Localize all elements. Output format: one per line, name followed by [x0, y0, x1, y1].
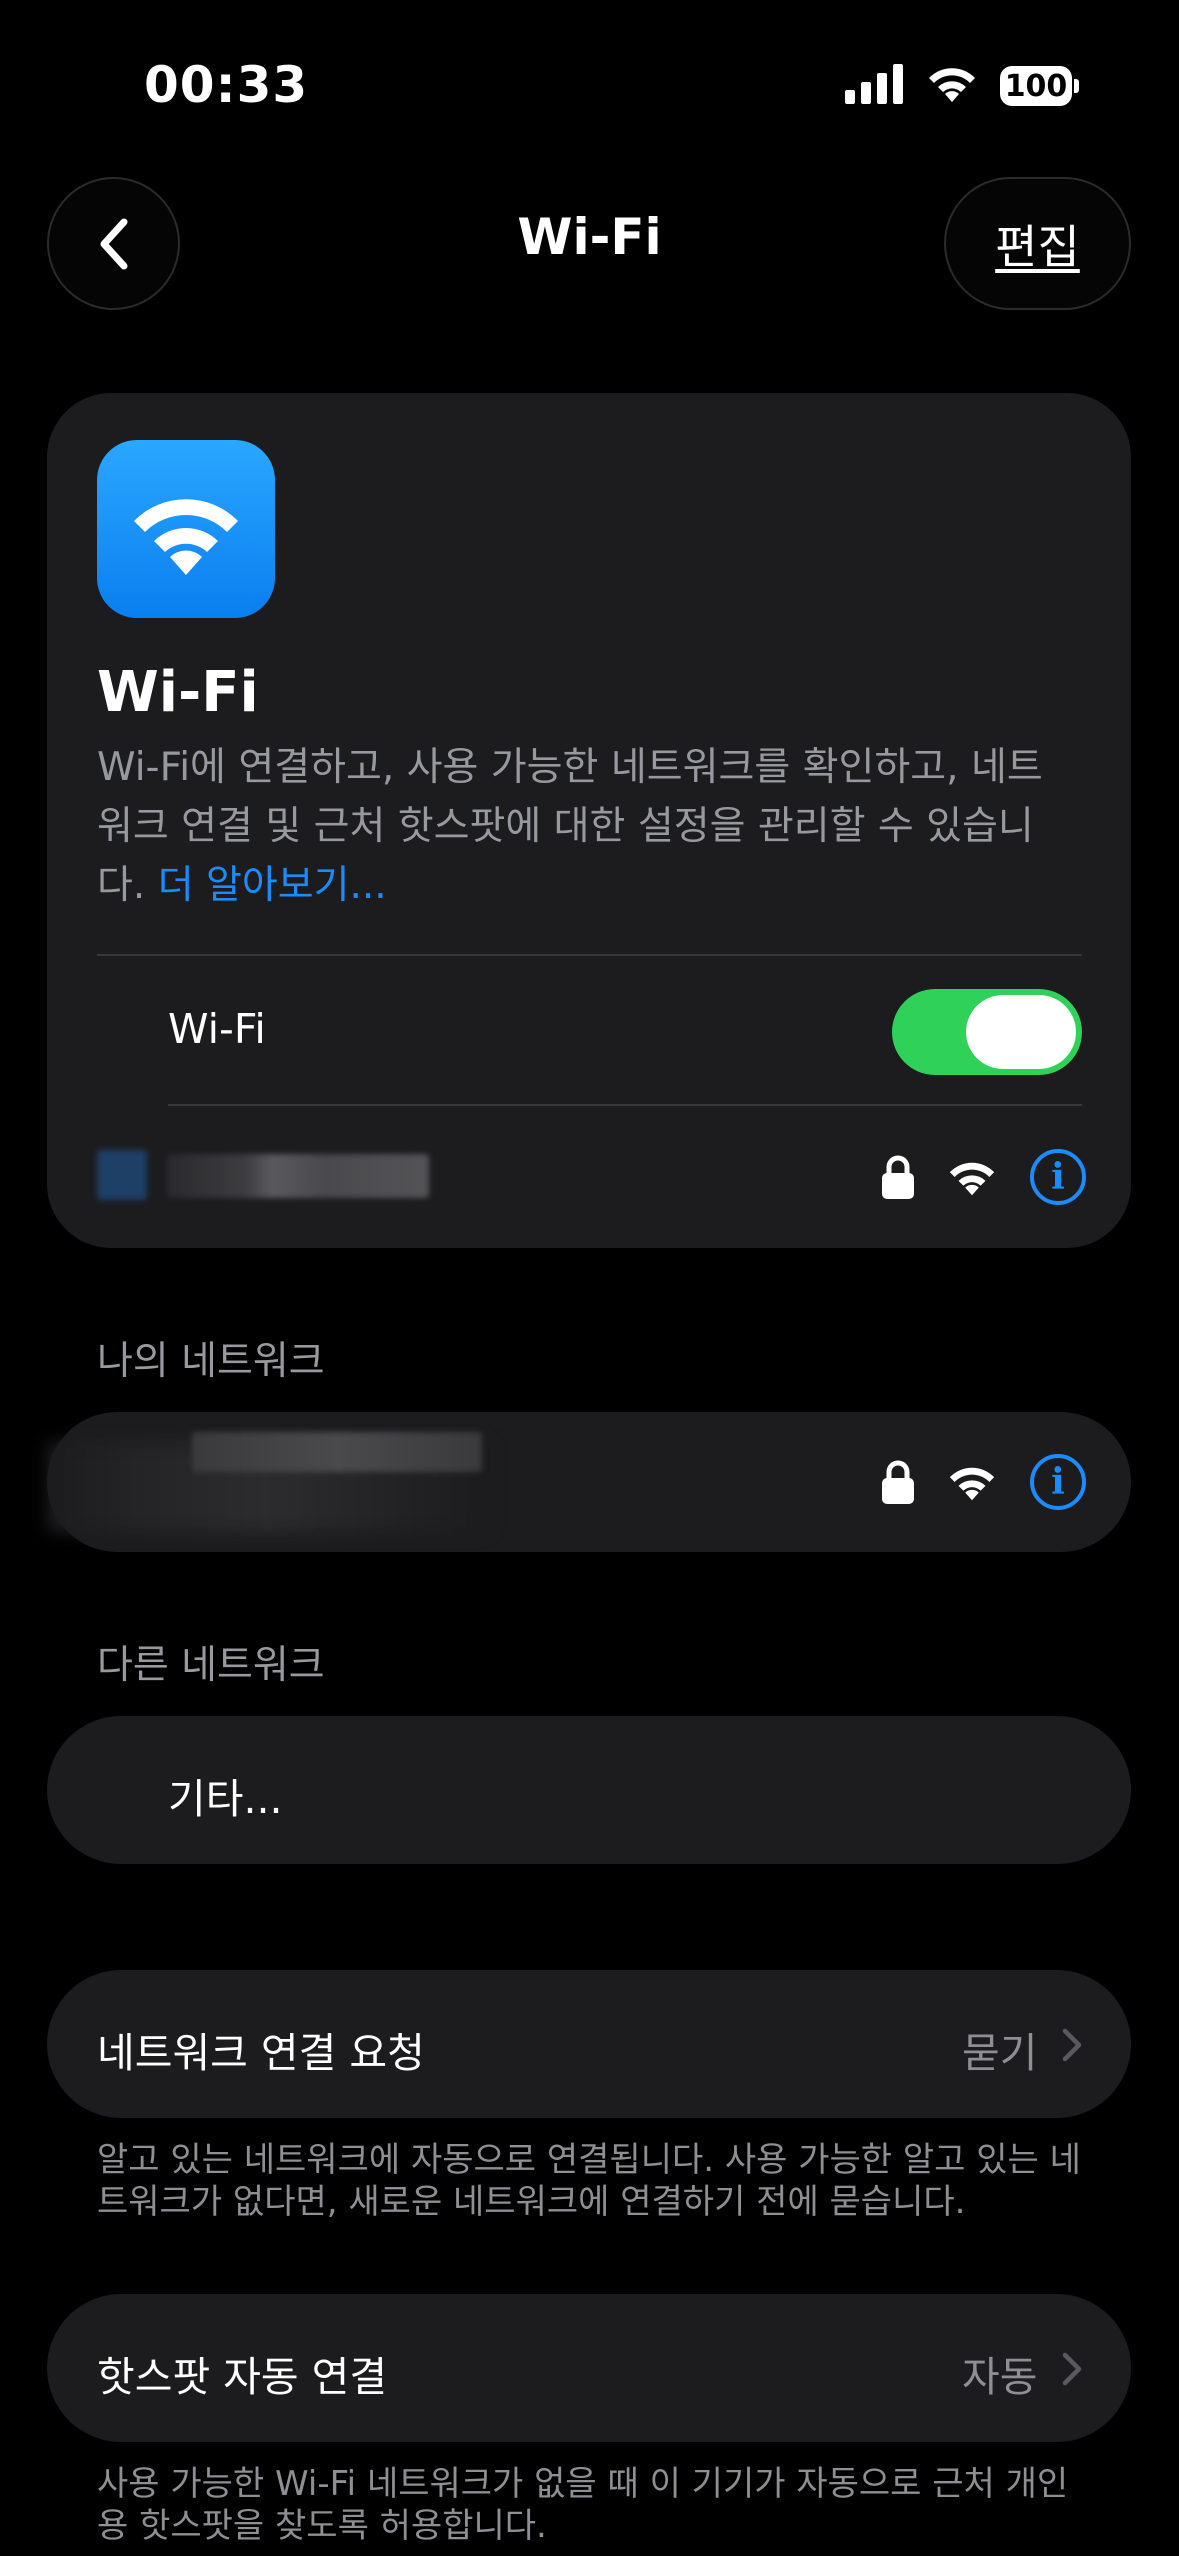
auto-hotspot-label: 핫스팟 자동 연결 — [97, 2353, 388, 2401]
edit-button[interactable]: 편집 — [944, 177, 1131, 310]
connected-network-row[interactable] — [97, 1150, 433, 1202]
lock-icon — [882, 1460, 914, 1504]
info-icon[interactable]: i — [1030, 1149, 1086, 1205]
battery-icon: 100 — [1000, 66, 1079, 106]
battery-level: 100 — [1000, 66, 1072, 106]
wifi-status-icon — [929, 68, 975, 102]
toggle-knob — [966, 995, 1076, 1069]
auto-hotspot-footnote: 사용 가능한 Wi-Fi 네트워크가 없을 때 이 기기가 자동으로 근처 개인… — [97, 2464, 1069, 2546]
chevron-right-icon — [1062, 2028, 1082, 2062]
divider — [97, 954, 1082, 956]
status-time: 00:33 — [144, 56, 309, 114]
connected-network-icons: i — [880, 1147, 1086, 1207]
my-networks-header: 나의 네트워크 — [97, 1339, 325, 1384]
my-network-icons: i — [880, 1452, 1086, 1512]
cellular-signal-icon — [845, 64, 903, 104]
wifi-signal-icon — [949, 1467, 995, 1501]
other-networks-header: 다른 네트워크 — [97, 1643, 325, 1688]
auto-hotspot-value: 자동 — [962, 2353, 1038, 2401]
wifi-toggle-label: Wi-Fi — [168, 1005, 266, 1053]
divider — [168, 1104, 1082, 1106]
info-icon[interactable]: i — [1030, 1454, 1086, 1510]
wifi-toggle[interactable] — [892, 989, 1082, 1075]
my-network-row[interactable] — [47, 1432, 487, 1532]
other-network-label[interactable]: 기타... — [168, 1765, 283, 1825]
wifi-description: Wi-Fi에 연결하고, 사용 가능한 네트워크를 확인하고, 네트워크 연결 … — [97, 738, 1057, 915]
connected-network-name — [167, 1154, 429, 1198]
chevron-right-icon — [1062, 2352, 1082, 2386]
ask-to-join-footnote: 알고 있는 네트워크에 자동으로 연결됩니다. 사용 가능한 알고 있는 네트워… — [97, 2140, 1081, 2222]
my-network-name — [192, 1432, 482, 1472]
ask-to-join-label: 네트워크 연결 요청 — [97, 2029, 425, 2077]
card-title: Wi-Fi — [97, 660, 259, 725]
wifi-signal-icon — [949, 1162, 995, 1196]
ask-to-join-value: 묻기 — [962, 2029, 1038, 2077]
wifi-app-icon — [97, 440, 275, 618]
lock-icon — [882, 1155, 914, 1199]
learn-more-link[interactable]: 더 알아보기... — [158, 863, 387, 908]
connected-check-icon — [97, 1150, 147, 1200]
